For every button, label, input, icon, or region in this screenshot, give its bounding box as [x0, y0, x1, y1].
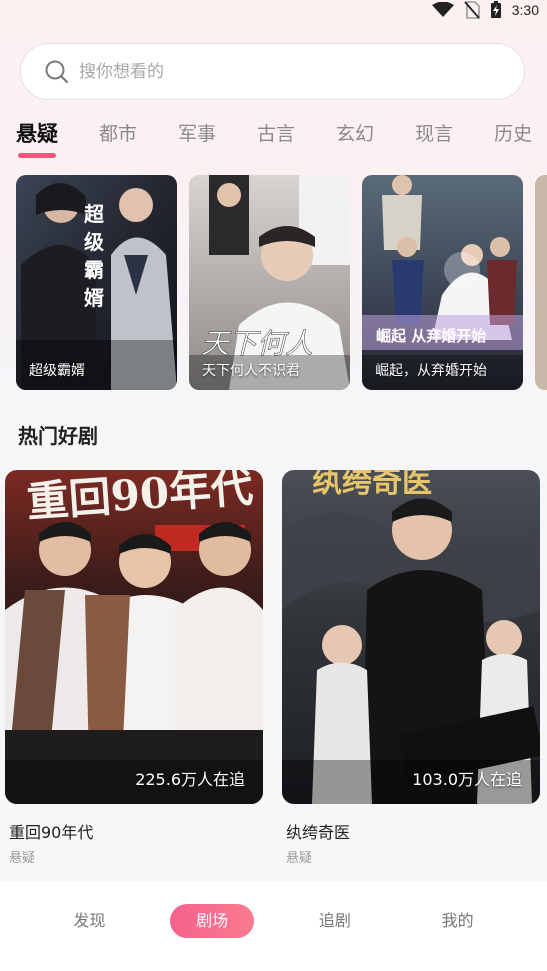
svg-text:婿: 婿	[84, 286, 104, 310]
category-tabs: 悬疑 都市 军事 古言 玄幻 现言 历史	[0, 112, 547, 162]
nav-discover[interactable]: 发现	[47, 904, 131, 938]
battery-charging-icon	[490, 1, 501, 18]
featured-carousel: 超 级 霸 婿 超级霸婿 天下何人 天下何人不识君 崛起 从弃婚开始 崛起，从弃…	[16, 175, 547, 390]
wifi-icon	[431, 2, 454, 17]
hot-list: 重回90年代 225.6万人在追 重回90年代 悬疑 纨绔奇医 103.0万人在…	[5, 470, 540, 866]
hot-poster[interactable]: 纨绔奇医 103.0万人在追	[282, 470, 540, 804]
tab-suspense[interactable]: 悬疑	[16, 112, 58, 158]
hot-genre: 悬疑	[9, 851, 36, 866]
svg-text:纨绔奇医: 纨绔奇医	[312, 470, 432, 500]
svg-text:级: 级	[84, 230, 104, 254]
poster-image: 超 级 霸 婿	[16, 175, 177, 390]
svg-text:霸: 霸	[84, 258, 104, 282]
nav-theater[interactable]: 剧场	[170, 904, 255, 938]
poster-title-char: 超	[83, 202, 105, 226]
featured-card[interactable]: 崛起 从弃婚开始 崛起，从弃婚开始	[362, 175, 523, 390]
hot-item[interactable]: 纨绔奇医 103.0万人在追 纨绔奇医 悬疑	[282, 470, 540, 866]
featured-card[interactable]	[535, 175, 547, 390]
featured-title: 超级霸婿	[29, 363, 85, 379]
search-icon	[45, 60, 69, 83]
views-count: 225.6万人在追	[135, 770, 245, 789]
search-bar[interactable]	[20, 43, 525, 100]
hot-item[interactable]: 重回90年代 225.6万人在追 重回90年代 悬疑	[5, 470, 263, 866]
tab-military[interactable]: 军事	[178, 112, 216, 156]
views-count: 103.0万人在追	[412, 770, 522, 789]
tab-history[interactable]: 历史	[494, 112, 532, 156]
status-bar: 3:30	[0, 0, 547, 20]
tab-ancient-romance[interactable]: 古言	[257, 112, 295, 156]
poster-image: 天下何人	[189, 175, 350, 390]
nav-mine[interactable]: 我的	[416, 904, 500, 938]
no-sim-icon	[464, 1, 480, 19]
featured-card[interactable]: 超 级 霸 婿 超级霸婿	[16, 175, 177, 390]
poster-image: 重回90年代	[5, 470, 263, 804]
clock: 3:30	[511, 2, 539, 18]
poster-image: 纨绔奇医	[282, 470, 540, 804]
featured-card[interactable]: 天下何人 天下何人不识君	[189, 175, 350, 390]
hot-genre: 悬疑	[286, 851, 313, 866]
poster-image: 崛起 从弃婚开始	[362, 175, 523, 390]
hot-title[interactable]: 纨绔奇医	[286, 819, 540, 843]
tab-fantasy[interactable]: 玄幻	[336, 112, 374, 156]
featured-title: 崛起，从弃婚开始	[375, 363, 487, 379]
svg-text:崛起 从弃婚开始: 崛起 从弃婚开始	[376, 327, 486, 345]
hot-poster[interactable]: 重回90年代 225.6万人在追	[5, 470, 263, 804]
tab-modern-romance[interactable]: 现言	[415, 112, 453, 156]
tab-urban[interactable]: 都市	[99, 112, 137, 156]
search-input[interactable]	[79, 61, 459, 82]
section-title-hot: 热门好剧	[18, 424, 98, 448]
hot-title[interactable]: 重回90年代	[9, 819, 263, 843]
poster-image	[535, 175, 547, 390]
bottom-nav: 发现 剧场 追剧 我的	[0, 881, 547, 971]
nav-following[interactable]: 追剧	[293, 904, 377, 938]
featured-title: 天下何人不识君	[202, 363, 300, 379]
